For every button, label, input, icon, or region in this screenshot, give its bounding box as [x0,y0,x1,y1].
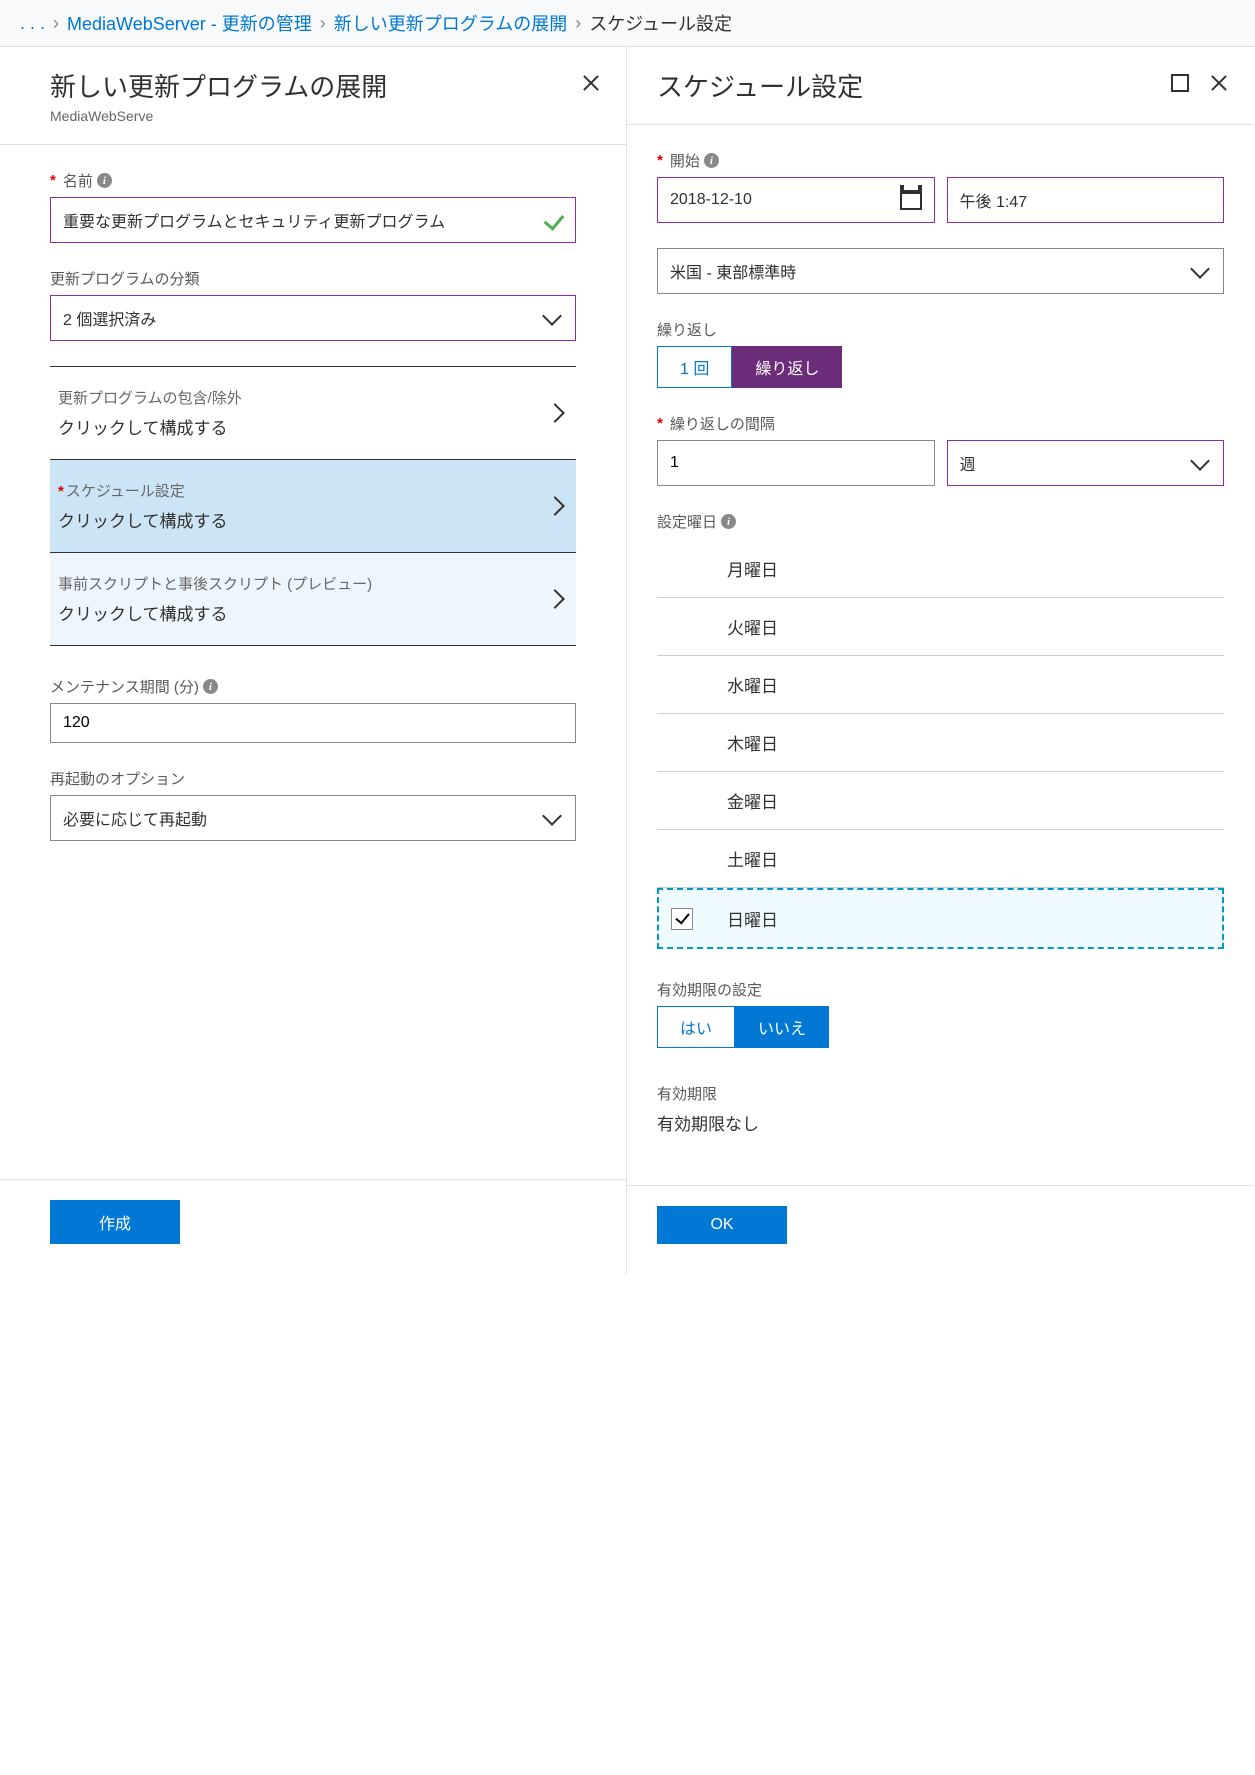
chevron-down-icon [1190,259,1210,279]
expiry-set-label: 有効期限の設定 [657,979,1224,1000]
panel-subtitle: MediaWebServe [50,108,581,124]
day-sunday[interactable]: 日曜日 [657,888,1224,949]
panel-title: スケジュール設定 [657,67,1171,104]
info-icon[interactable]: i [97,173,112,188]
section-schedule[interactable]: *スケジュール設定 クリックして構成する [50,460,576,553]
calendar-icon [900,190,922,210]
day-tuesday[interactable]: 火曜日 [657,598,1224,656]
start-date-input[interactable]: 2018-12-10 [657,177,935,223]
chevron-right-icon [545,403,565,423]
day-thursday[interactable]: 木曜日 [657,714,1224,772]
expiry-yes-button[interactable]: はい [657,1006,735,1048]
repeat-label: 繰り返し [657,319,1224,340]
chevron-down-icon [542,806,562,826]
expiry-no-button[interactable]: いいえ [735,1006,829,1048]
chevron-right-icon: › [53,13,59,34]
day-friday[interactable]: 金曜日 [657,772,1224,830]
chevron-right-icon: › [575,13,581,34]
panel-deployment: 新しい更新プログラムの展開 MediaWebServe *名前 i 重要な更新プ… [0,47,627,1274]
check-icon [544,209,565,231]
close-icon[interactable] [581,73,601,93]
chevron-down-icon [542,306,562,326]
interval-input[interactable] [657,440,935,486]
section-scripts[interactable]: 事前スクリプトと事後スクリプト (プレビュー) クリックして構成する [50,553,576,646]
expiry-value: 有効期限なし [657,1110,1224,1135]
name-label: *名前 i [50,170,576,191]
maintenance-label: メンテナンス期間 (分) i [50,676,576,697]
breadcrumb-current: スケジュール設定 [589,10,732,36]
classification-label: 更新プログラムの分類 [50,268,576,289]
section-include-exclude[interactable]: 更新プログラムの包含/除外 クリックして構成する [50,367,576,460]
maximize-icon[interactable] [1171,74,1189,92]
day-monday[interactable]: 月曜日 [657,540,1224,598]
start-label: *開始 i [657,150,1224,171]
breadcrumb-ellipsis[interactable]: . . . [20,13,45,34]
chevron-right-icon: › [320,13,326,34]
create-button[interactable]: 作成 [50,1200,180,1244]
breadcrumb-link-2[interactable]: 新しい更新プログラムの展開 [334,10,567,36]
info-icon[interactable]: i [203,679,218,694]
ok-button[interactable]: OK [657,1206,787,1244]
interval-unit-select[interactable]: 週 [947,440,1225,486]
panel-schedule: スケジュール設定 *開始 i 2018-12-10 午後 1:47 [627,47,1254,1274]
name-input[interactable]: 重要な更新プログラムとセキュリティ更新プログラム [50,197,576,243]
day-wednesday[interactable]: 水曜日 [657,656,1224,714]
checkbox-icon [671,908,693,930]
maintenance-input[interactable] [50,703,576,743]
repeat-once-button[interactable]: 1 回 [657,346,732,388]
timezone-select[interactable]: 米国 - 東部標準時 [657,248,1224,294]
chevron-right-icon [545,496,565,516]
chevron-down-icon [1190,451,1210,471]
interval-label: *繰り返しの間隔 [657,413,1224,434]
breadcrumb: . . . › MediaWebServer - 更新の管理 › 新しい更新プロ… [0,0,1255,47]
repeat-recur-button[interactable]: 繰り返し [732,346,842,388]
reboot-label: 再起動のオプション [50,768,576,789]
classification-select[interactable]: 2 個選択済み [50,295,576,341]
expiry-label: 有効期限 [657,1083,1224,1104]
reboot-select[interactable]: 必要に応じて再起動 [50,795,576,841]
info-icon[interactable]: i [721,514,736,529]
info-icon[interactable]: i [704,153,719,168]
day-saturday[interactable]: 土曜日 [657,830,1224,888]
breadcrumb-link-1[interactable]: MediaWebServer - 更新の管理 [67,10,312,36]
days-label: 設定曜日 i [657,511,1224,532]
panel-title: 新しい更新プログラムの展開 [50,67,581,104]
close-icon[interactable] [1209,73,1229,93]
start-time-input[interactable]: 午後 1:47 [947,177,1225,223]
chevron-right-icon [545,589,565,609]
